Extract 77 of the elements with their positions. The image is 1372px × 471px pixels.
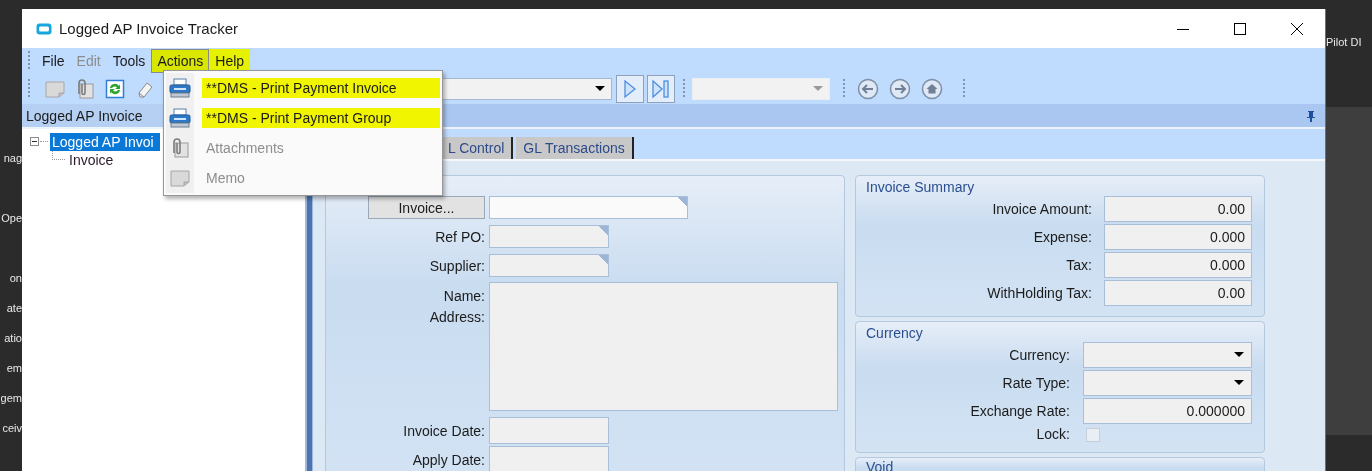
play-icon [623,79,637,99]
date-field[interactable] [489,446,609,471]
toolbar-grip[interactable] [962,78,966,100]
field-label: Currency: [1008,347,1071,363]
amount-field[interactable]: 0.00 [1104,196,1252,222]
background-window-text: nag [3,152,22,166]
rate-field[interactable]: 0.000000 [1083,398,1252,424]
amount-field[interactable]: 0.000 [1104,224,1252,250]
field-label: Exchange Rate: [969,403,1071,419]
field-label: Invoice Date: [402,422,486,439]
field-label: Ref PO: [434,228,486,245]
field-label: Apply Date: [411,451,486,468]
menu-item[interactable]: File [36,49,71,73]
background-window-text: ate [6,302,22,316]
note-icon [170,169,190,187]
amount-field[interactable]: 0.00 [1104,280,1252,306]
toolbar-grip[interactable] [27,78,31,100]
skip-to-end-icon [651,79,671,99]
background-window-text: atio [4,332,22,346]
tab[interactable]: L Control [441,137,514,159]
background-window-text: gem [0,392,22,406]
background-window-text: Pilot DI [1326,36,1362,48]
background-window-text: em [6,362,22,376]
field-label: Expense: [1032,229,1093,245]
menu-item: Memo [205,169,246,188]
lookup-field[interactable] [489,225,609,248]
toolbar-grip[interactable] [842,78,846,100]
field-label: Address: [429,309,485,325]
paperclip-icon [170,138,190,158]
printer-icon [169,78,191,98]
pin-icon[interactable] [1306,109,1316,122]
panel-title: Logged AP Invoice [26,107,143,124]
dropdown-arrow-icon[interactable] [1234,352,1244,358]
menu-grip[interactable] [27,50,31,72]
printer-icon [169,108,191,128]
background-window-text: on [9,272,22,286]
date-field[interactable] [489,417,609,444]
tab[interactable]: GL Transactions [516,137,634,159]
field-label: Rate Type: [1001,375,1071,391]
menu-item[interactable]: **DMS - Print Payment Group [202,108,440,128]
group-title: Invoice Summary [865,178,975,196]
dropdown-arrow-icon[interactable] [595,86,605,92]
dropdown-arrow-icon[interactable] [1234,380,1244,386]
group-title: Currency [865,324,923,342]
refresh-icon[interactable] [105,79,125,99]
window-title: Logged AP Invoice Tracker [59,20,238,37]
tree-item[interactable]: Logged AP Invoi [50,132,160,151]
address-field[interactable] [489,282,838,411]
app-icon [36,22,52,35]
background-window-text: ceiv [2,422,22,436]
maximize-icon[interactable] [1233,22,1246,35]
menu-item: Attachments [205,139,285,158]
field-label: Lock: [1035,426,1071,442]
menu-item[interactable]: Help [209,49,251,73]
menu-item[interactable]: Tools [106,49,152,73]
field-label: Tax: [1065,257,1093,273]
field-label: Invoice Amount: [991,201,1093,217]
note-icon[interactable] [45,80,65,98]
play-button[interactable] [616,75,644,103]
close-icon[interactable] [1290,22,1303,35]
eraser-icon[interactable] [136,80,154,98]
menu-item[interactable]: **DMS - Print Payment Invoice [202,78,440,98]
field-label: Supplier: [428,257,486,274]
invoice-button[interactable]: Invoice... [368,196,485,219]
tree-item[interactable]: Invoice [67,152,116,168]
background-window-text: Ope [1,212,22,226]
field-label: WithHolding Tax: [986,285,1093,301]
lookup-field[interactable] [489,254,609,277]
invoice-field[interactable] [489,196,688,219]
skip-to-end-button[interactable] [647,75,675,103]
amount-field[interactable]: 0.000 [1104,252,1252,278]
collapse-icon[interactable] [30,137,39,146]
toolbar-grip[interactable] [682,78,686,100]
field-label: Name: [443,288,485,304]
menu-item[interactable]: Actions [151,49,210,73]
home-icon[interactable] [921,78,943,100]
paperclip-icon[interactable] [75,79,95,99]
